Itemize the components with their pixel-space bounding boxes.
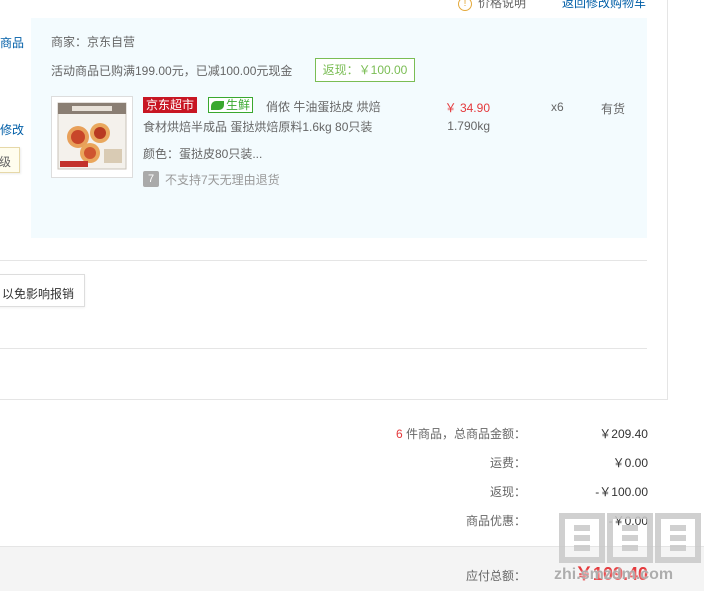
shipping-label: 运费： [489,456,526,470]
rebate-label: 返现： [489,485,526,499]
fresh-tag-label: 生鲜 [226,98,251,112]
divider [0,260,647,261]
product-color: 颜色：蛋挞皮80只装... [143,147,263,161]
quantity: x6 [551,100,564,114]
watermark-site: zhi.smzdm.com [554,566,674,583]
no-return-icon: 7 [143,171,159,187]
left-column-label[interactable]: 商品 [0,34,24,51]
divider [0,348,647,349]
product-weight: 1.790kg [447,119,490,133]
left-tooltip: 级 [0,147,20,173]
goods-total-label: 6 件商品，总商品金额： [326,425,526,442]
invoice-tip-box: 以免影响报销 [0,274,85,307]
no-return-policy: 不支持7天无理由退货 [165,173,280,187]
goods-total-value: ￥209.40 [599,427,648,441]
item-count: 6 [395,427,403,441]
discount-label: 商品优惠： [465,514,526,528]
item-count-suffix: 件商品，总商品金额： [402,427,526,441]
product-thumbnail[interactable] [51,96,133,178]
egg-tart-box-image [52,97,132,177]
product-title-line2[interactable]: 食材烘焙半成品 蛋挞烘焙原料1.6kg 80只装 [143,118,372,135]
stock-status: 有货 [601,102,626,116]
payable-label: 应付总额： [465,569,526,583]
rebate-badge: 返现：￥100.00 [315,58,415,82]
leaf-icon [211,101,224,111]
discount-value: -￥0.00 [608,514,648,528]
product-title-line1[interactable]: 俏侬 牛油蛋挞皮 烘焙 [266,98,381,115]
promotion-text: 活动商品已购满199.00元，已减100.00元现金 [51,64,293,78]
rebate-value: -￥100.00 [595,485,648,499]
jd-supermarket-tag: 京东超市 [143,97,198,113]
fresh-tag: 生鲜 [208,97,254,113]
shipping-value: ￥0.00 [612,456,648,470]
left-modify-link[interactable]: 修改 [0,121,24,138]
unit-price: ￥ 34.90 [444,101,490,115]
seller-name: 商家：京东自营 [51,35,136,49]
